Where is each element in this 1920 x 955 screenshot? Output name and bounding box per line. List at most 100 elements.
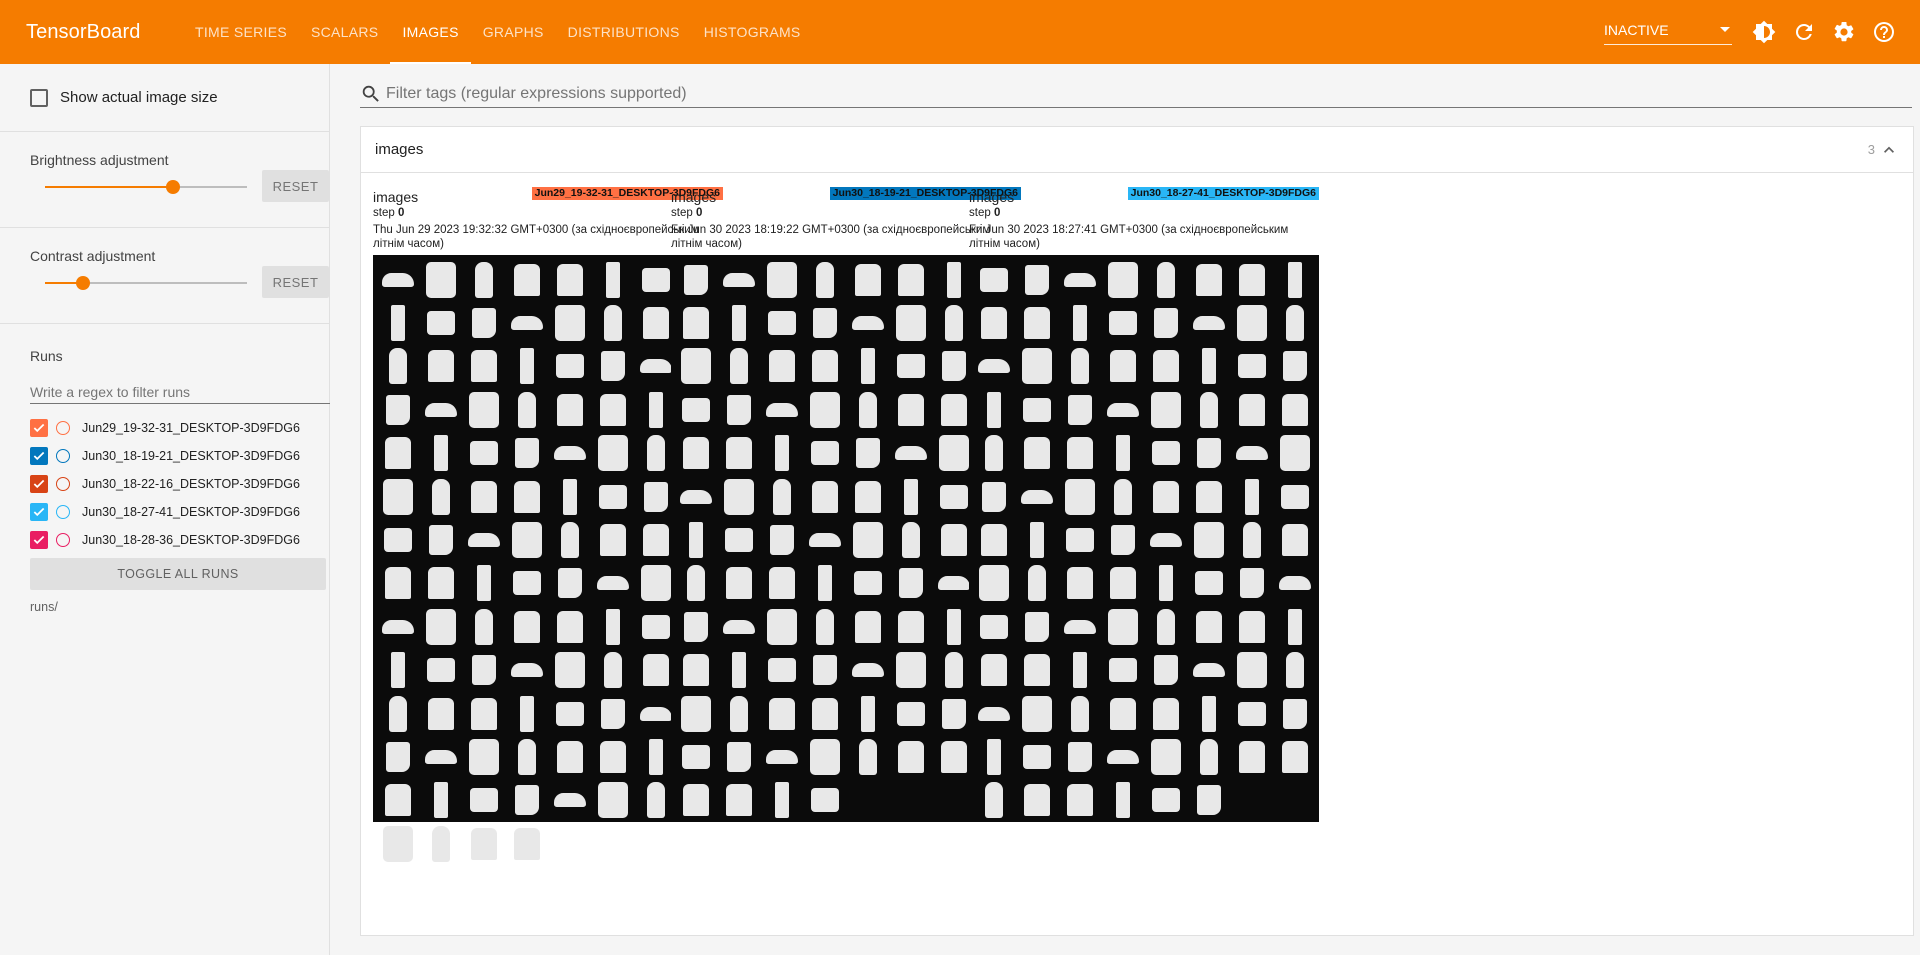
contrast-slider-thumb[interactable] [76, 276, 91, 290]
brightness-slider[interactable] [45, 180, 247, 194]
image-thumbnail [1187, 649, 1230, 692]
image-thumbnail [846, 605, 889, 648]
dashboard-tabs: TIME SERIES SCALARS IMAGES GRAPHS DISTRI… [183, 0, 813, 64]
image-thumbnail [803, 605, 846, 648]
image-thumbnail [1230, 388, 1273, 431]
brightness-slider-thumb[interactable] [166, 180, 181, 194]
image-thumbnail [462, 518, 505, 561]
image-thumbnail [1187, 735, 1230, 778]
brightness-title: Brightness adjustment [30, 152, 169, 168]
image-thumbnail [1101, 258, 1144, 301]
refresh-icon [1795, 23, 1812, 40]
run-item[interactable]: Jun29_19-32-31_DESKTOP-3D9FDG6 [30, 414, 329, 442]
image-display[interactable] [969, 255, 1319, 822]
image-thumbnail [548, 518, 591, 561]
run-item[interactable]: Jun30_18-19-21_DESKTOP-3D9FDG6 [30, 442, 329, 470]
contrast-slider[interactable] [45, 276, 247, 290]
tab-distributions[interactable]: DISTRIBUTIONS [556, 0, 692, 64]
tag-group-title: images [375, 141, 424, 158]
image-thumbnail [760, 432, 803, 475]
run-checkbox[interactable] [30, 447, 48, 465]
run-checkbox[interactable] [30, 503, 48, 521]
image-thumbnail [889, 388, 932, 431]
tag-group-count: 3 [1868, 140, 1899, 160]
image-thumbnail [1058, 692, 1101, 735]
image-thumbnail [760, 692, 803, 735]
image-thumbnail [1273, 649, 1316, 692]
tab-graphs[interactable]: GRAPHS [471, 0, 556, 64]
image-thumbnail [674, 388, 717, 431]
image-thumbnail [419, 822, 462, 865]
step-text: step [373, 207, 395, 219]
image-thumbnail [462, 779, 505, 822]
show-actual-size-option[interactable]: Show actual image size [0, 64, 329, 131]
image-thumbnail [1101, 735, 1144, 778]
image-thumbnail [1144, 301, 1187, 344]
image-thumbnail [505, 779, 548, 822]
image-thumbnail [1015, 518, 1058, 561]
run-color-swatch[interactable] [56, 449, 70, 463]
image-thumbnail [1144, 649, 1187, 692]
image-thumbnail [1273, 258, 1316, 301]
image-thumbnail [505, 345, 548, 388]
tab-histograms[interactable]: HISTOGRAMS [692, 0, 813, 64]
image-thumbnail [803, 692, 846, 735]
tab-time-series[interactable]: TIME SERIES [183, 0, 299, 64]
run-item[interactable]: Jun30_18-28-36_DESKTOP-3D9FDG6 [30, 526, 329, 554]
image-thumbnail [1187, 779, 1230, 822]
brightness-reset-button[interactable]: RESET [262, 170, 329, 202]
image-thumbnail [1058, 518, 1101, 561]
image-thumbnail [803, 475, 846, 518]
inactive-dashboard-select[interactable]: INACTIVE [1604, 19, 1732, 45]
reload-button[interactable] [1784, 12, 1824, 52]
show-actual-size-checkbox[interactable] [30, 88, 48, 107]
chevron-up-icon[interactable] [1879, 140, 1899, 160]
image-thumbnail [462, 822, 505, 865]
toggle-all-runs-button[interactable]: TOGGLE ALL RUNS [30, 558, 326, 590]
tab-scalars[interactable]: SCALARS [299, 0, 390, 64]
run-item[interactable]: Jun30_18-27-41_DESKTOP-3D9FDG6 [30, 498, 329, 526]
run-color-swatch[interactable] [56, 477, 70, 491]
image-thumbnail [591, 258, 634, 301]
image-thumbnail [717, 388, 760, 431]
runs-filter-input[interactable]: Write a regex to filter runs [30, 380, 330, 404]
image-thumbnail [1187, 258, 1230, 301]
run-checkbox[interactable] [30, 475, 48, 493]
tag-filter[interactable]: Filter tags (regular expressions support… [360, 80, 1912, 108]
run-checkbox[interactable] [30, 419, 48, 437]
image-thumbnail [846, 692, 889, 735]
image-thumbnail [972, 345, 1015, 388]
settings-button[interactable] [1824, 12, 1864, 52]
theme-toggle-button[interactable] [1744, 12, 1784, 52]
step-value: 0 [993, 207, 1001, 219]
brightness-section: Brightness adjustment RESET [0, 132, 329, 228]
tag-group-header[interactable]: images 3 [361, 127, 1913, 173]
image-thumbnail [803, 258, 846, 301]
image-thumbnail [1187, 345, 1230, 388]
run-item[interactable]: Jun30_18-22-16_DESKTOP-3D9FDG6 [30, 470, 329, 498]
image-thumbnail [1273, 388, 1316, 431]
step-value: 0 [695, 207, 703, 219]
run-color-swatch[interactable] [56, 533, 70, 547]
image-timestamp: Fri Jun 30 2023 18:27:41 GMT+0300 (за сх… [969, 224, 1289, 250]
image-thumbnail [717, 735, 760, 778]
runs-path: runs/ [30, 600, 58, 614]
tag-filter-input[interactable]: Filter tags (regular expressions support… [386, 85, 687, 103]
image-thumbnail [889, 345, 932, 388]
run-color-swatch[interactable] [56, 421, 70, 435]
image-thumbnail [462, 301, 505, 344]
image-thumbnail [462, 649, 505, 692]
image-thumbnail [972, 562, 1015, 605]
image-thumbnail [548, 301, 591, 344]
help-button[interactable] [1864, 12, 1904, 52]
image-thumbnail [760, 301, 803, 344]
run-checkbox[interactable] [30, 531, 48, 549]
run-color-swatch[interactable] [56, 505, 70, 519]
image-thumbnail [717, 692, 760, 735]
contrast-reset-button[interactable]: RESET [262, 266, 329, 298]
tab-images[interactable]: IMAGES [390, 0, 471, 64]
image-thumbnail [889, 649, 932, 692]
image-thumbnail [419, 475, 462, 518]
image-thumbnail [760, 345, 803, 388]
image-thumbnail [717, 562, 760, 605]
